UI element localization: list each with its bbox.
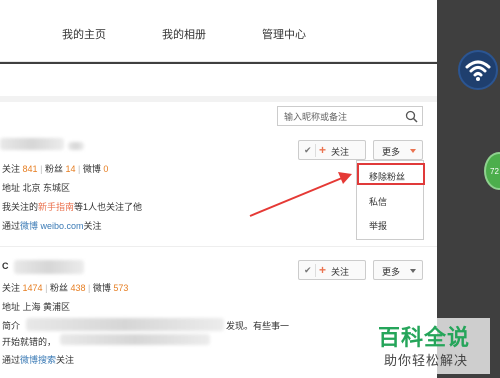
source-link[interactable]: 微博搜索 [20,355,56,365]
check-icon: ✔ [304,265,312,275]
menu-item-message[interactable]: 私信 [369,195,387,208]
blurred-intro [26,318,224,331]
weibo-label: 微博 [92,283,111,293]
wifi-widget[interactable] [458,50,498,90]
user1-location: 地址 北京 东城区 [2,183,71,193]
follow-count[interactable]: 1474 [23,283,43,293]
source-suffix: 关注 [83,221,102,231]
separator: | [45,283,48,293]
menu-item-remove-fan[interactable]: 移除粉丝 [369,170,405,183]
fans-count[interactable]: 14 [65,164,75,174]
nav-manage-center[interactable]: 管理中心 [262,26,306,42]
more-label: 更多 [382,267,401,277]
menu-item-report[interactable]: 举报 [369,219,387,232]
search-box [277,106,423,126]
weibo-count[interactable]: 0 [103,164,108,174]
weibo-label: 微博 [82,164,101,174]
watermark-title: 百科全说 [378,325,471,350]
source-link[interactable]: 微博 weibo.com [20,221,84,231]
separator: | [88,283,91,293]
divider [315,264,316,277]
speed-badge[interactable]: 72 [484,152,500,190]
follow-label: 关注 [2,283,21,293]
follow-label: 关注 [331,267,350,277]
follow-button[interactable]: ✔ + 关注 [298,140,366,160]
source-prefix: 通过 [2,221,21,231]
fans-label: 粉丝 [44,164,63,174]
blurred-username [0,138,64,150]
user2-location: 地址 上海 黄浦区 [2,302,71,312]
search-icon[interactable] [405,110,418,123]
user1-source: 通过微博 weibo.com关注 [2,219,102,232]
fans-label: 粉丝 [49,283,68,293]
row-divider [0,246,437,247]
more-button[interactable]: 更多 [373,260,423,280]
follow-count[interactable]: 841 [23,164,38,174]
user2-avatar-glyph: C [2,261,9,271]
user2-stats: 关注 1474 | 粉丝 438 | 微博 573 [2,281,128,294]
chevron-down-icon [410,269,416,273]
check-icon: ✔ [304,145,312,155]
more-button[interactable]: 更多 [373,140,423,160]
follow-label: 关注 [2,164,21,174]
separator: | [40,164,43,174]
separator: | [78,164,81,174]
wifi-icon [465,60,491,81]
mutual-suffix: 等1人也关注了他 [74,202,143,212]
user2-intro-label: 简介 [2,321,21,331]
user2-intro-tail: 发现。有些事一 [226,321,290,331]
weibo-count[interactable]: 573 [113,283,128,293]
more-label: 更多 [382,147,401,157]
plus-icon: + [319,143,327,157]
mutual-link[interactable]: 新手指南 [38,202,74,212]
badge-value: 72 [490,167,499,176]
follow-label: 关注 [331,147,350,157]
panel-strip [0,96,437,102]
user2-source: 通过微博搜索关注 [2,353,74,366]
nav-my-home[interactable]: 我的主页 [62,26,106,42]
chevron-down-icon [410,149,416,153]
source-suffix: 关注 [56,355,75,365]
blurred-intro [60,334,210,345]
nav-my-album[interactable]: 我的相册 [162,26,206,42]
mutual-prefix: 我关注的 [2,202,39,212]
watermark: 百科全说 助你轻松解决 [370,318,490,374]
blurred-username [14,260,84,274]
fans-count[interactable]: 438 [70,283,85,293]
search-input[interactable] [284,110,402,123]
follow-button[interactable]: ✔ + 关注 [298,260,366,280]
source-prefix: 通过 [2,355,21,365]
more-dropdown-menu: 移除粉丝 私信 举报 [356,160,425,240]
watermark-subtitle: 助你轻松解决 [384,353,469,368]
user1-stats: 关注 841 | 粉丝 14 | 微博 0 [2,162,108,175]
blurred-badge [68,142,84,150]
user1-mutual: 我关注的新手指南等1人也关注了他 [2,200,142,213]
top-nav: 我的主页 我的相册 管理中心 [0,0,437,62]
user2-intro-line2: 开始就错的， [2,337,57,347]
plus-icon: + [319,263,327,277]
divider [315,144,316,157]
